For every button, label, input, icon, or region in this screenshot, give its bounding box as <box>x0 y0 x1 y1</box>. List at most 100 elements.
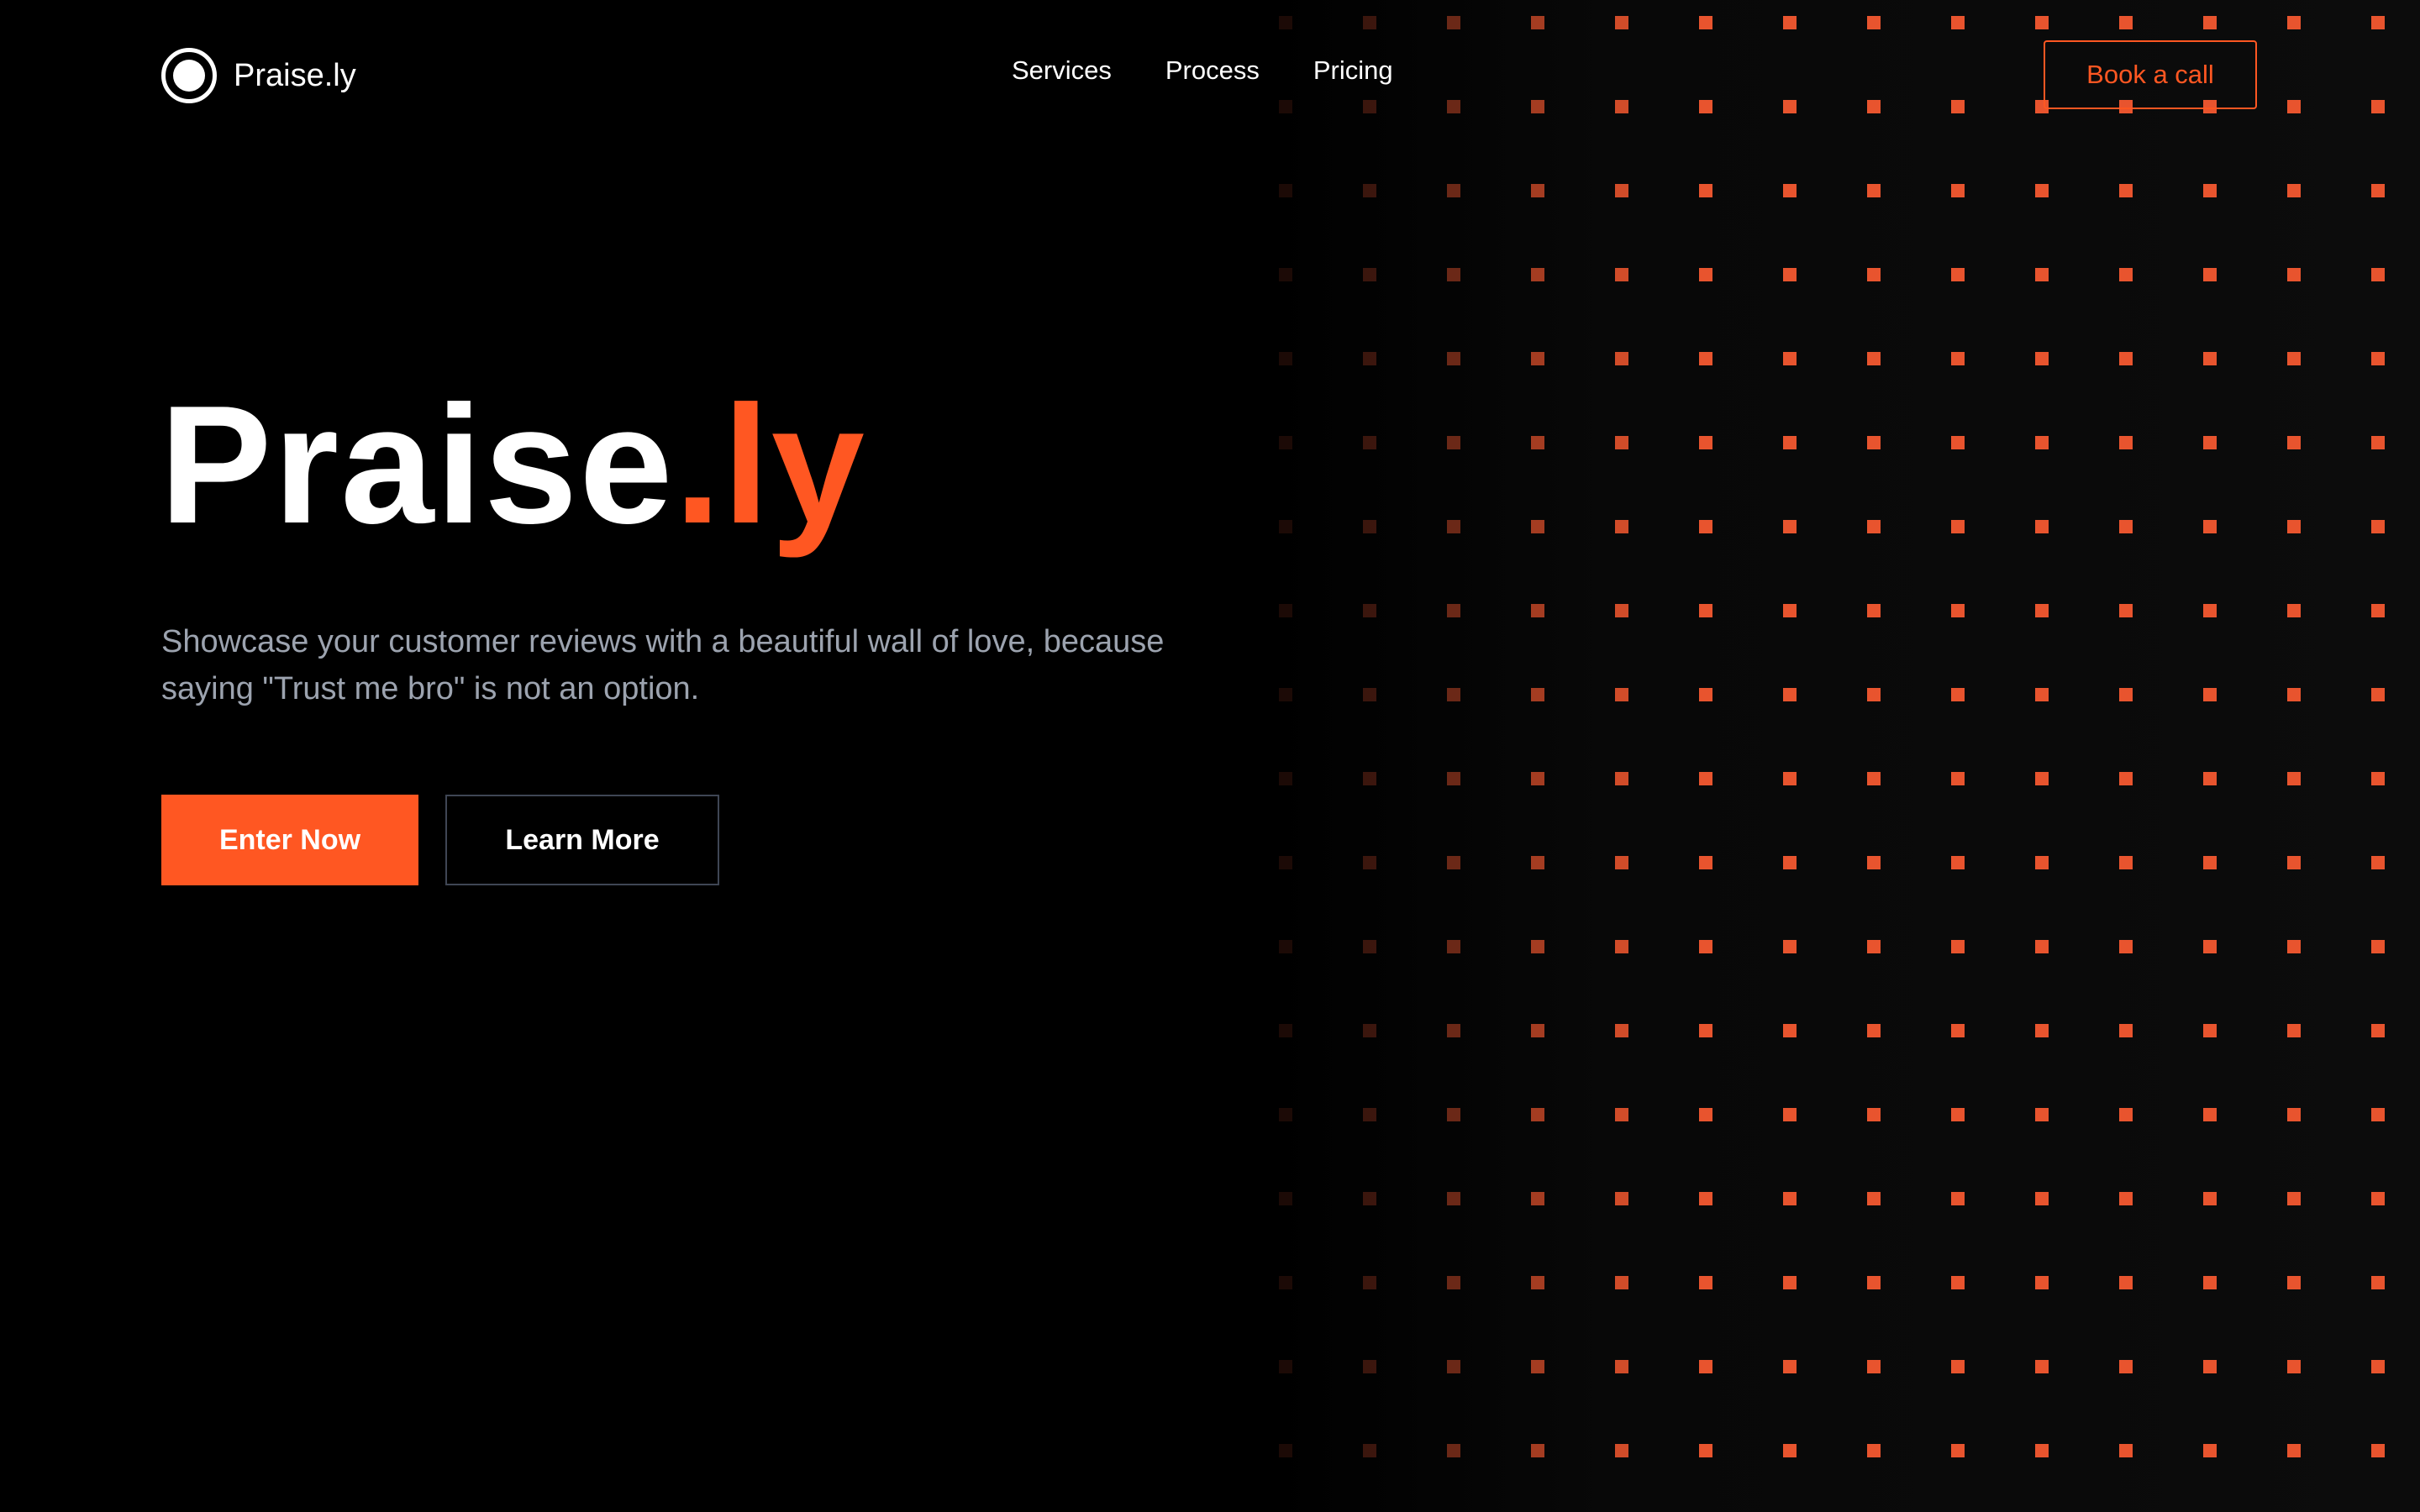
grid-dot <box>1867 940 1881 953</box>
grid-dot <box>1951 184 1965 197</box>
hero-subtitle: Showcase your customer reviews with a be… <box>161 624 1165 706</box>
grid-dot <box>1615 856 1628 869</box>
grid-dot <box>2119 436 2133 449</box>
grid-dot <box>2035 436 2049 449</box>
grid-dot <box>2119 1108 2133 1121</box>
book-a-call-button[interactable]: Book a call <box>2044 40 2257 109</box>
grid-dot <box>1867 1360 1881 1373</box>
grid-dot <box>1363 184 1376 197</box>
grid-dot <box>1615 1276 1628 1289</box>
grid-dot <box>1363 1108 1376 1121</box>
grid-dot <box>2035 268 2049 281</box>
grid-dot <box>1615 520 1628 533</box>
grid-dot <box>2203 1024 2217 1037</box>
grid-dot <box>1447 436 1460 449</box>
enter-now-button[interactable]: Enter Now <box>161 795 418 885</box>
grid-dot <box>1279 184 1292 197</box>
grid-dot <box>1867 352 1881 365</box>
grid-dot <box>2287 352 2301 365</box>
hero-title-main: Praise <box>160 371 675 559</box>
grid-dot <box>2203 940 2217 953</box>
grid-dot <box>2371 1024 2385 1037</box>
grid-dot <box>1699 1192 1712 1205</box>
grid-dot <box>1951 436 1965 449</box>
grid-dot <box>2203 268 2217 281</box>
brand[interactable]: Praise.ly <box>161 42 356 109</box>
nav-link-services[interactable]: Services <box>1012 55 1112 86</box>
grid-dot <box>1783 940 1797 953</box>
grid-dot <box>2203 604 2217 617</box>
grid-dot <box>1951 520 1965 533</box>
grid-dot <box>2371 940 2385 953</box>
grid-dot <box>1867 856 1881 869</box>
grid-dot <box>1279 1108 1292 1121</box>
grid-dot <box>2287 856 2301 869</box>
grid-dot <box>1951 1024 1965 1037</box>
grid-dot <box>1363 688 1376 701</box>
grid-dot <box>1951 1360 1965 1373</box>
grid-dot <box>1783 1024 1797 1037</box>
grid-dot <box>1783 688 1797 701</box>
nav-link-process[interactable]: Process <box>1165 55 1260 86</box>
grid-dot <box>2203 1360 2217 1373</box>
grid-dot <box>1363 1192 1376 1205</box>
grid-dot <box>1531 604 1544 617</box>
grid-dot <box>2119 268 2133 281</box>
grid-dot <box>2119 856 2133 869</box>
grid-dot <box>1279 352 1292 365</box>
grid-dot <box>1615 940 1628 953</box>
grid-dot <box>2287 1192 2301 1205</box>
grid-dot <box>2371 1108 2385 1121</box>
grid-dot <box>2119 1444 2133 1457</box>
grid-dot <box>2203 352 2217 365</box>
grid-dot <box>1447 1444 1460 1457</box>
grid-dot <box>1783 268 1797 281</box>
grid-dot <box>2119 940 2133 953</box>
grid-dot <box>2203 1444 2217 1457</box>
hero-title: Praise.ly <box>160 381 866 549</box>
grid-dot <box>1279 940 1292 953</box>
main-nav: Services Process Pricing <box>1012 55 1393 86</box>
grid-dot <box>1363 352 1376 365</box>
nav-link-pricing[interactable]: Pricing <box>1313 55 1393 86</box>
grid-dot <box>1363 604 1376 617</box>
grid-dot <box>1783 1360 1797 1373</box>
grid-dot <box>1699 604 1712 617</box>
grid-dot <box>1447 1360 1460 1373</box>
grid-dot <box>1783 604 1797 617</box>
grid-dot <box>2371 856 2385 869</box>
grid-dot <box>1363 1444 1376 1457</box>
grid-dot <box>1279 604 1292 617</box>
grid-dot <box>2287 1360 2301 1373</box>
grid-dot <box>2119 520 2133 533</box>
grid-dot <box>1363 1276 1376 1289</box>
grid-dot <box>2203 1192 2217 1205</box>
grid-dot <box>2119 1360 2133 1373</box>
grid-dot <box>2371 1444 2385 1457</box>
grid-dot <box>2119 1024 2133 1037</box>
grid-dot <box>1279 520 1292 533</box>
grid-dot <box>1531 772 1544 785</box>
grid-dot <box>1951 688 1965 701</box>
grid-dot <box>1447 1024 1460 1037</box>
grid-dot <box>1867 520 1881 533</box>
grid-dot <box>1615 436 1628 449</box>
grid-dot <box>1531 1444 1544 1457</box>
grid-dot <box>2287 940 2301 953</box>
grid-dot <box>1615 268 1628 281</box>
learn-more-button[interactable]: Learn More <box>445 795 719 885</box>
grid-dot <box>1279 772 1292 785</box>
grid-dot <box>1615 688 1628 701</box>
grid-dot <box>1867 268 1881 281</box>
grid-dot <box>1531 520 1544 533</box>
grid-dot <box>2035 856 2049 869</box>
grid-dot <box>1615 1360 1628 1373</box>
grid-dot <box>1951 1276 1965 1289</box>
grid-dot <box>1699 268 1712 281</box>
grid-dot <box>2287 772 2301 785</box>
grid-dot <box>2287 436 2301 449</box>
grid-dot <box>2371 604 2385 617</box>
grid-dot <box>2119 352 2133 365</box>
grid-dot <box>2371 184 2385 197</box>
grid-dot <box>1531 436 1544 449</box>
